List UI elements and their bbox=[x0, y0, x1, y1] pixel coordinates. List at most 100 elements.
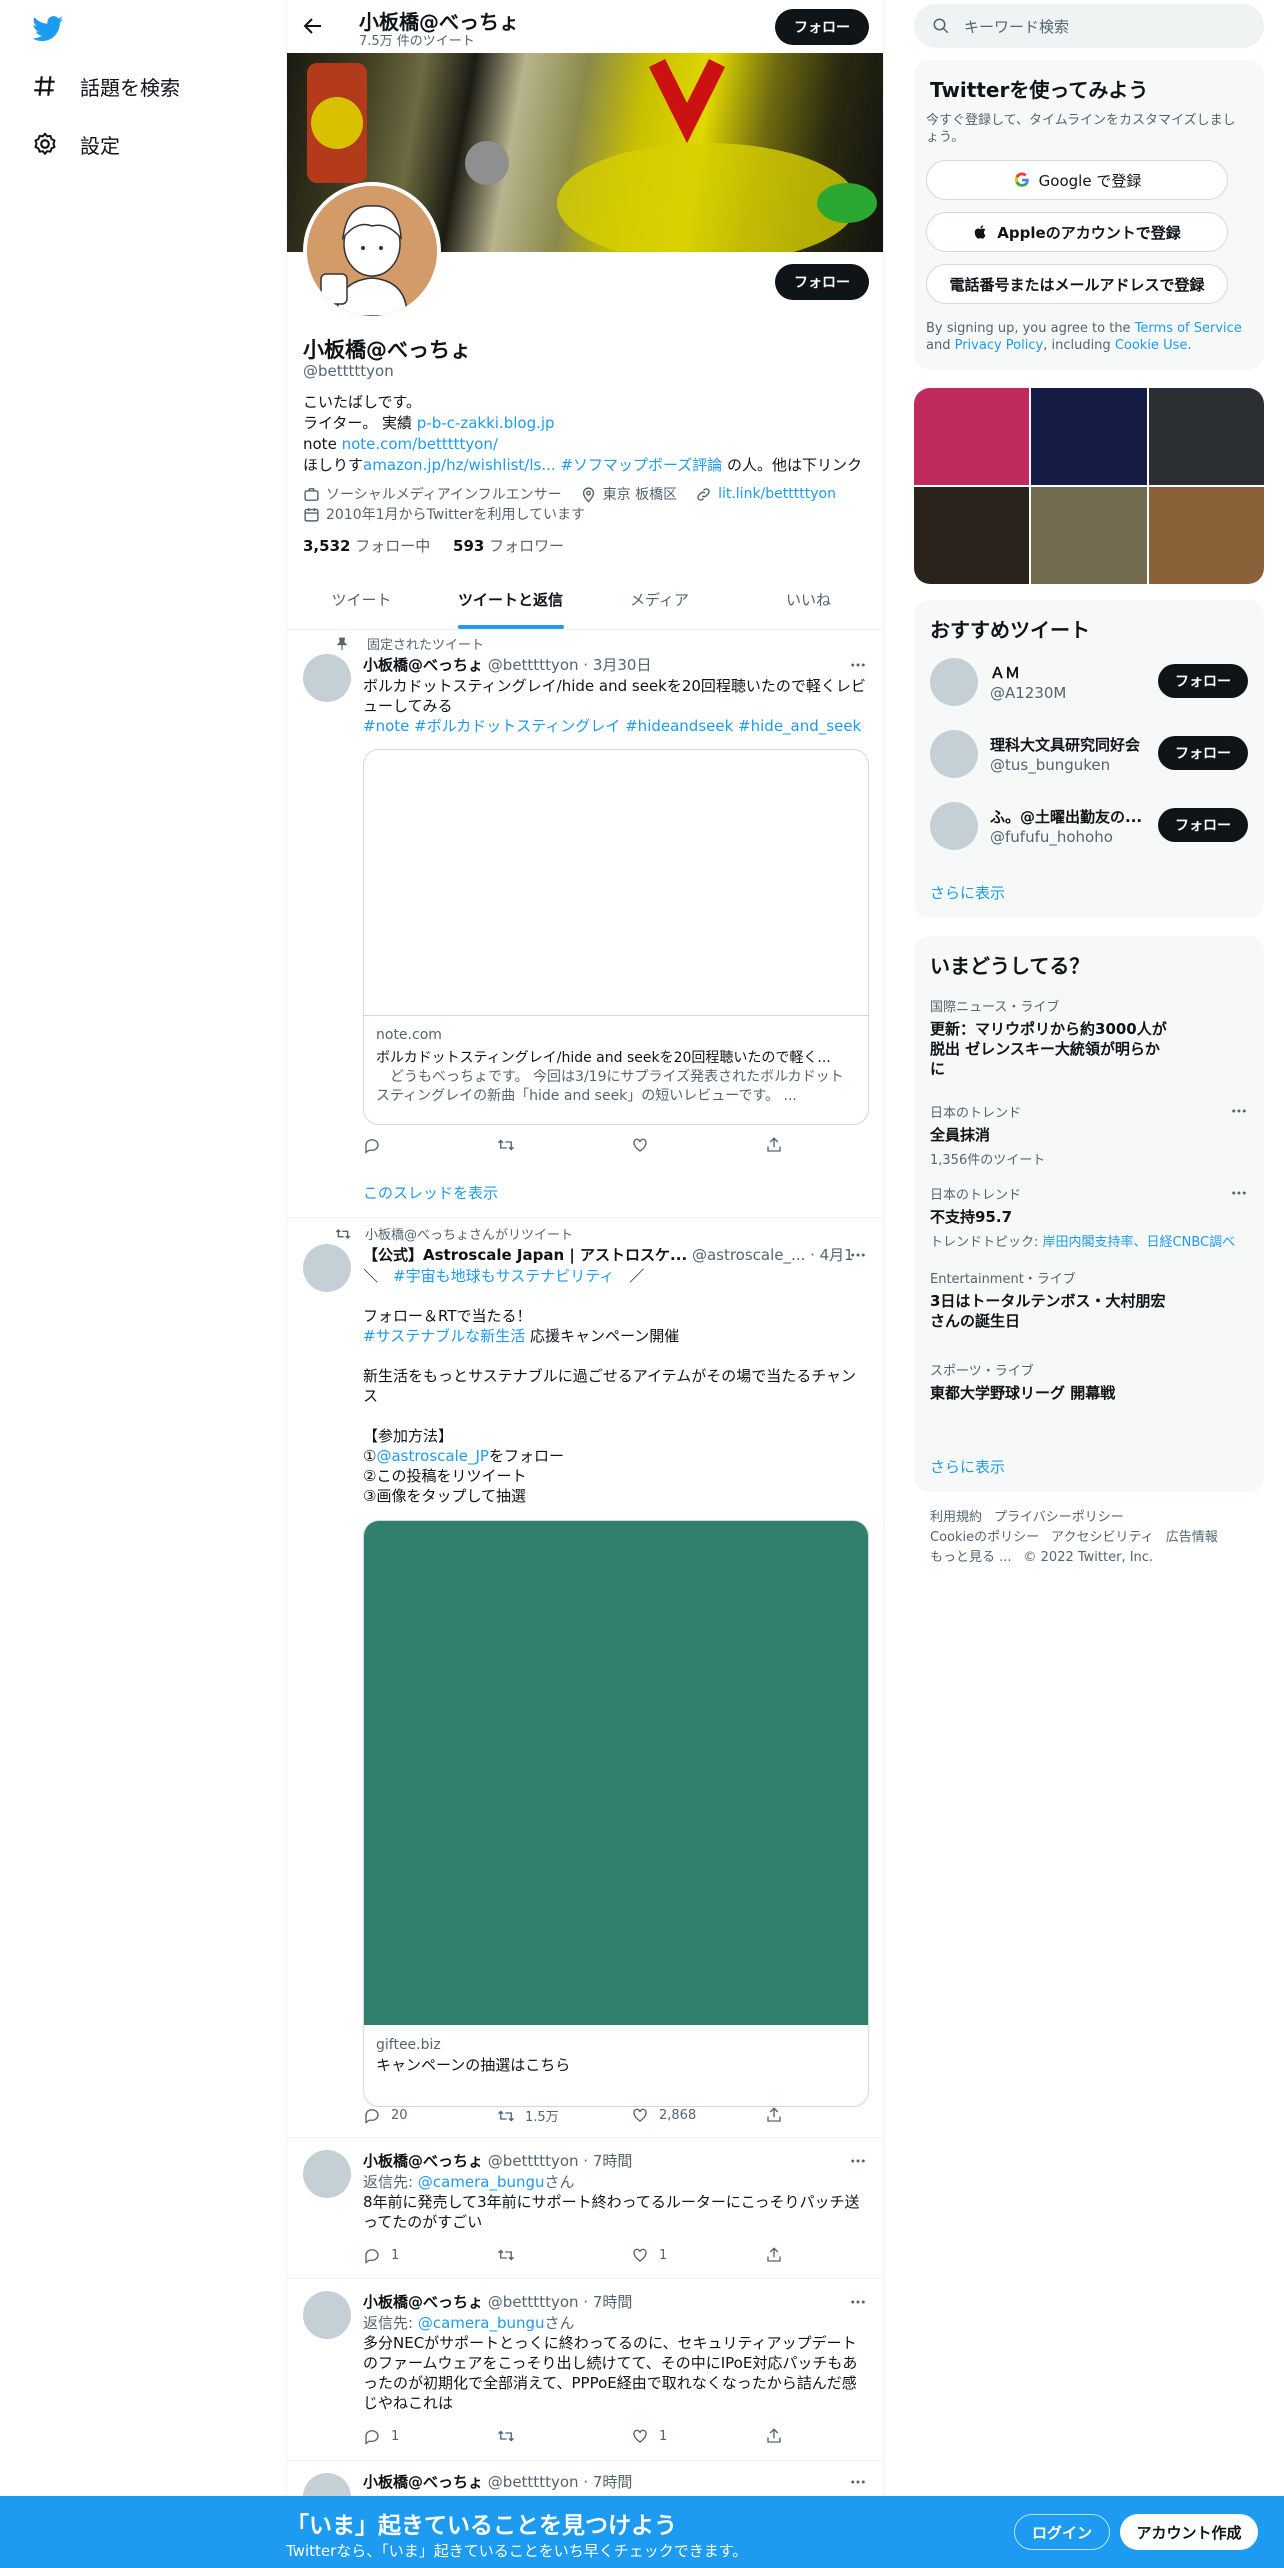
tweet-author[interactable]: 小板橋@べっちょ @betttttyon · 7時間 bbox=[363, 2291, 632, 2312]
trend-item[interactable]: Entertainment・ライブ 3日はトータルテンボス・大村朋宏さんの誕生日 bbox=[930, 1268, 1170, 1331]
tweet-retweet[interactable]: 小板橋@べっちょさんがリツイート 【公式】Astroscale Japan | … bbox=[287, 1218, 883, 2138]
avatar[interactable] bbox=[930, 730, 978, 778]
campaign-card[interactable]: giftee.biz キャンペーンの抽選はこちら bbox=[363, 1520, 869, 2107]
like-button[interactable]: 1 bbox=[631, 2246, 667, 2264]
trends-show-more-link[interactable]: さらに表示 bbox=[930, 1456, 1005, 1477]
profile-avatar[interactable] bbox=[303, 182, 441, 320]
avatar[interactable] bbox=[303, 2291, 351, 2339]
tweet-hashtags[interactable]: #note #ボルカドットスティングレイ #hideandseek #hide_… bbox=[363, 716, 869, 736]
tab-tweets[interactable]: ツイート bbox=[287, 570, 436, 629]
login-button[interactable]: ログイン bbox=[1014, 2514, 1110, 2550]
trend-item[interactable]: 日本のトレンド 不支持95.7 トレンドトピック: 岸田内閣支持率、日経CNBC調べ bbox=[930, 1184, 1248, 1250]
tweet-author[interactable]: 【公式】Astroscale Japan | アストロスケ... @astros… bbox=[363, 1244, 853, 1265]
tweet-date[interactable]: 7時間 bbox=[593, 2473, 633, 2491]
tweet-reply[interactable]: 小板橋@べっちょ @betttttyon · 7時間 返信先: @camera_… bbox=[287, 2279, 883, 2461]
twitter-logo-icon[interactable] bbox=[32, 16, 64, 42]
reply-to-link[interactable]: @camera_bungu bbox=[418, 2173, 545, 2191]
avatar[interactable] bbox=[303, 1244, 351, 1292]
tweet-pinned[interactable]: 固定されたツイート 小板橋@べっちょ @betttttyon · 3月30日 ボ… bbox=[287, 630, 883, 1218]
trend-item[interactable]: 日本のトレンド 全員抹消 1,356件のツイート bbox=[930, 1102, 1248, 1168]
trend-item[interactable]: 国際ニュース・ライブ 更新：マリウポリから約3000人が脱出 ゼレンスキー大統領が… bbox=[930, 996, 1170, 1079]
tab-likes[interactable]: いいね bbox=[734, 570, 883, 629]
trend-topic-link[interactable]: 岸田内閣支持率、日経CNBC調べ bbox=[1043, 1235, 1236, 1250]
tweet-date[interactable]: 7時間 bbox=[593, 2152, 633, 2170]
footer-link[interactable]: 広告情報 bbox=[1166, 1530, 1218, 1545]
share-button[interactable] bbox=[765, 2106, 783, 2124]
tweet-date[interactable]: 4月1日 bbox=[820, 1246, 853, 1264]
tweet-author[interactable]: 小板橋@べっちょ @betttttyon · 7時間 bbox=[363, 2471, 632, 2492]
tweet-author[interactable]: 小板橋@べっちょ @betttttyon · 3月30日 bbox=[363, 654, 651, 675]
bio-hashtag-link[interactable]: #ソフマップボーズ評論 bbox=[560, 456, 722, 474]
media-thumbnail[interactable] bbox=[914, 487, 1030, 584]
nav-settings[interactable]: 設定 bbox=[32, 124, 120, 164]
retweet-button[interactable] bbox=[497, 2427, 515, 2445]
retweet-button[interactable]: 1.5万 bbox=[497, 2106, 559, 2125]
more-options-icon[interactable] bbox=[1230, 1184, 1248, 1202]
privacy-link[interactable]: Privacy Policy bbox=[955, 338, 1044, 353]
avatar[interactable] bbox=[303, 654, 351, 702]
reply-button[interactable]: 1 bbox=[363, 2246, 399, 2264]
cookie-link[interactable]: Cookie Use bbox=[1115, 338, 1188, 353]
footer-link[interactable]: プライバシーポリシー bbox=[994, 1510, 1124, 1525]
more-options-icon[interactable] bbox=[849, 656, 867, 674]
share-button[interactable] bbox=[765, 2427, 783, 2445]
hashtag-link[interactable]: #宇宙も地球もサステナビリティ bbox=[393, 1267, 614, 1285]
bio-note-link[interactable]: note.com/betttttyon/ bbox=[342, 435, 498, 453]
google-signup-button[interactable]: Google で登録 bbox=[926, 160, 1228, 200]
retweet-button[interactable] bbox=[497, 1136, 515, 1154]
like-button[interactable]: 1 bbox=[631, 2427, 667, 2445]
recommended-account[interactable]: ＡＭ @A1230M フォロー bbox=[930, 654, 1248, 710]
follow-button[interactable]: フォロー bbox=[1158, 664, 1248, 698]
more-options-icon[interactable] bbox=[849, 2152, 867, 2170]
more-options-icon[interactable] bbox=[849, 2473, 867, 2491]
avatar[interactable] bbox=[930, 658, 978, 706]
recommended-account[interactable]: 理科大文具研究同好会 @tus_bunguken フォロー bbox=[930, 726, 1248, 782]
reply-to-link[interactable]: @camera_bungu bbox=[418, 2314, 545, 2332]
mention-link[interactable]: @astroscale_JP bbox=[376, 1447, 489, 1465]
bio-wishlist-link[interactable]: amazon.jp/hz/wishlist/ls... bbox=[363, 456, 556, 474]
footer-link[interactable]: Cookieのポリシー bbox=[930, 1530, 1039, 1545]
retweet-button[interactable] bbox=[497, 2246, 515, 2264]
show-thread-link[interactable]: このスレッドを表示 bbox=[363, 1182, 498, 1203]
search-box[interactable]: キーワード検索 bbox=[914, 4, 1264, 48]
follow-button[interactable]: フォロー bbox=[1158, 808, 1248, 842]
bio-blog-link[interactable]: p-b-c-zakki.blog.jp bbox=[417, 414, 555, 432]
back-arrow-icon[interactable] bbox=[301, 14, 325, 38]
tweet-date[interactable]: 3月30日 bbox=[593, 656, 652, 674]
footer-more-link[interactable]: もっと見る ... bbox=[930, 1550, 1012, 1565]
avatar[interactable] bbox=[930, 802, 978, 850]
following-link[interactable]: 3,532 フォロー中 bbox=[303, 537, 430, 555]
reply-button[interactable] bbox=[363, 1136, 381, 1154]
nav-explore[interactable]: 話題を検索 bbox=[32, 66, 180, 106]
tweet-date[interactable]: 7時間 bbox=[593, 2293, 633, 2311]
apple-signup-button[interactable]: Appleのアカウントで登録 bbox=[926, 212, 1228, 252]
more-options-icon[interactable] bbox=[849, 1246, 867, 1264]
more-options-icon[interactable] bbox=[849, 2293, 867, 2311]
media-thumbnail[interactable] bbox=[1148, 487, 1264, 584]
tab-media[interactable]: メディア bbox=[585, 570, 734, 629]
profile-website-link[interactable]: lit.link/betttttyon bbox=[718, 486, 836, 502]
share-button[interactable] bbox=[765, 1136, 783, 1154]
tweet-author[interactable]: 小板橋@べっちょ @betttttyon · 7時間 bbox=[363, 2150, 632, 2171]
avatar[interactable] bbox=[303, 2150, 351, 2198]
followers-link[interactable]: 593 フォロワー bbox=[453, 537, 564, 555]
media-thumbnail[interactable] bbox=[1031, 388, 1147, 485]
follow-button[interactable]: フォロー bbox=[1158, 736, 1248, 770]
more-options-icon[interactable] bbox=[1230, 1102, 1248, 1120]
media-thumbnail[interactable] bbox=[914, 388, 1030, 485]
search-input[interactable]: キーワード検索 bbox=[964, 16, 1069, 37]
phone-email-signup-button[interactable]: 電話番号またはメールアドレスで登録 bbox=[926, 264, 1228, 304]
trend-item[interactable]: スポーツ・ライブ 東都大学野球リーグ 開幕戦 bbox=[930, 1360, 1248, 1403]
reply-button[interactable]: 1 bbox=[363, 2427, 399, 2445]
header-follow-button[interactable]: フォロー bbox=[775, 9, 869, 45]
share-button[interactable] bbox=[765, 2246, 783, 2264]
like-button[interactable]: 2,868 bbox=[631, 2106, 696, 2124]
like-button[interactable] bbox=[631, 1136, 649, 1154]
footer-link[interactable]: 利用規約 bbox=[930, 1510, 982, 1525]
tweet-reply[interactable]: 小板橋@べっちょ @betttttyon · 7時間 返信先: @camera_… bbox=[287, 2138, 883, 2279]
terms-link[interactable]: Terms of Service bbox=[1135, 321, 1242, 336]
recommended-account[interactable]: ふ。@土曜出勤友の... @fufufu_hohoho フォロー bbox=[930, 798, 1248, 854]
retweet-label[interactable]: 小板橋@べっちょさんがリツイート bbox=[365, 1224, 573, 1243]
media-thumbnail[interactable] bbox=[1148, 388, 1264, 485]
media-thumbnail[interactable] bbox=[1031, 487, 1147, 584]
